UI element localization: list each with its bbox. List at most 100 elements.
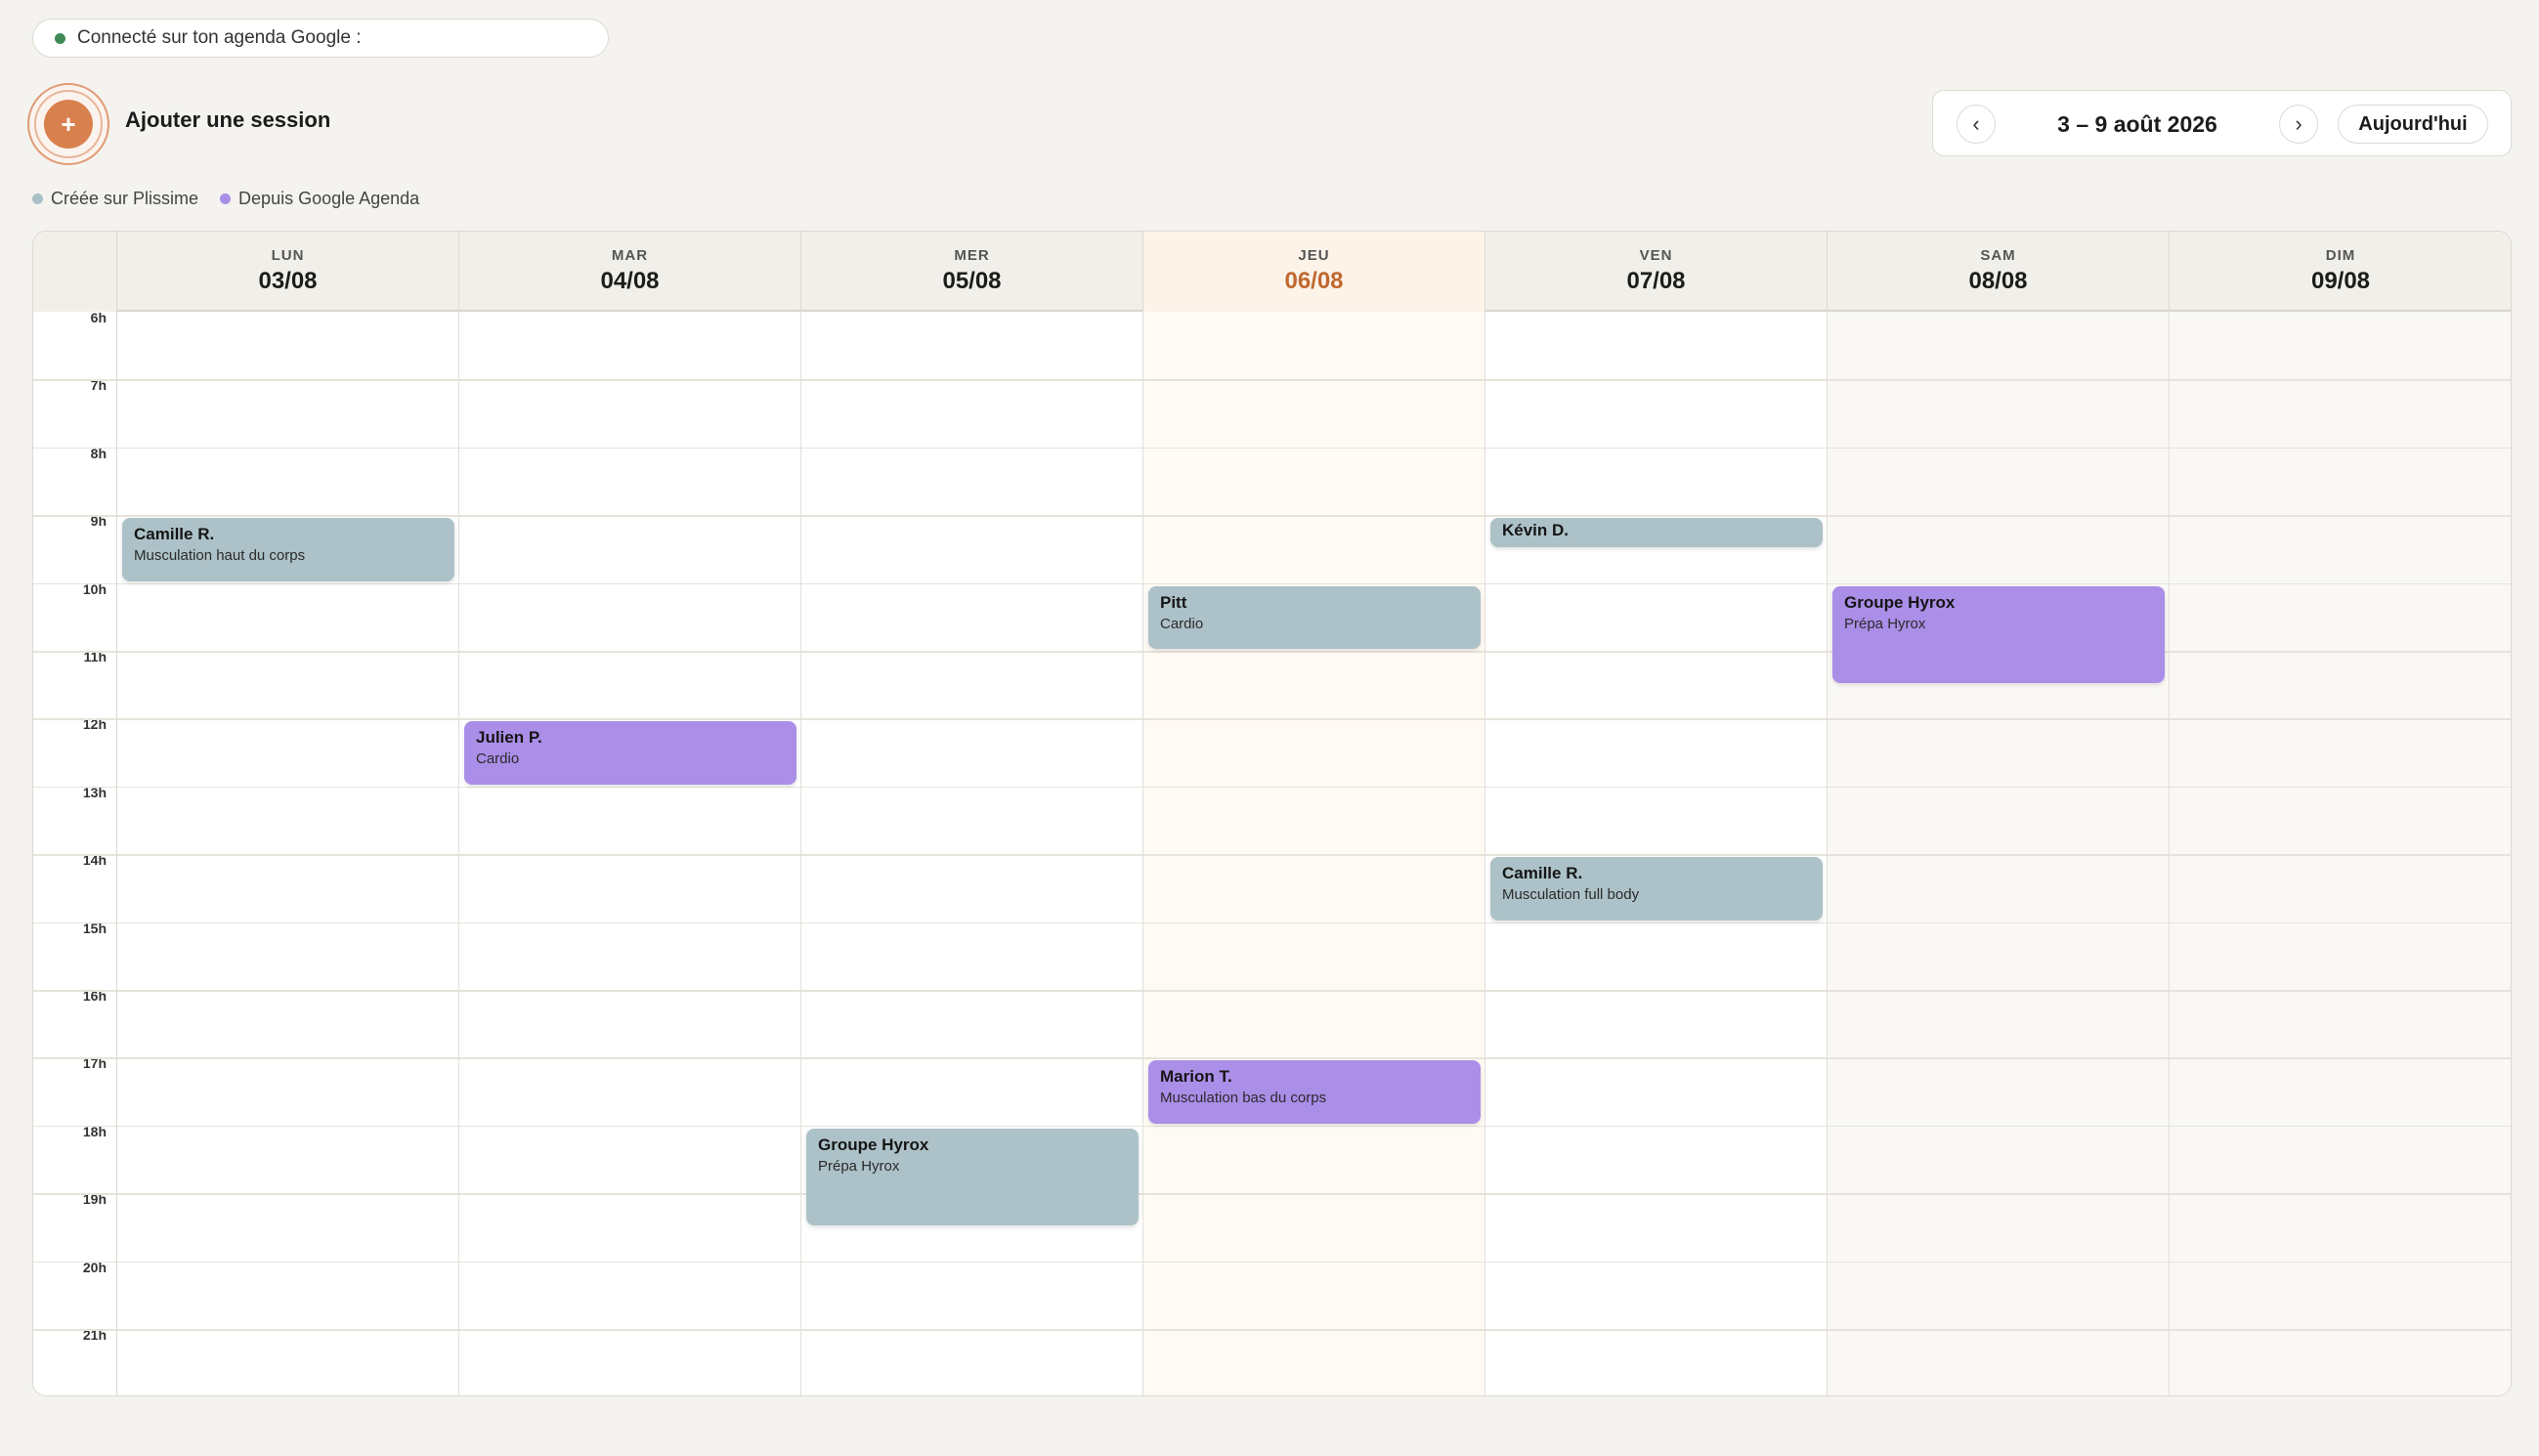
hour-gridline [801,651,1142,653]
day-column-mer[interactable] [801,312,1143,1395]
hour-gridline [2170,582,2511,585]
hour-gridline [33,1057,116,1059]
event-subtitle: Musculation full body [1502,886,1640,904]
hour-gridline [459,447,800,450]
hour-gridline [459,921,800,924]
hour-gridline [2170,651,2511,653]
day-header-sam: SAM 08/08 [1828,232,2170,312]
event-title: Kévin D. [1502,521,1570,540]
hour-gridline [33,1329,116,1331]
week-calendar: LUN 03/08 MAR 04/08 MER 05/08 JEU 06/08 VEN 07/08… [32,231,2512,1396]
hour-gridline [1485,990,1827,992]
hour-gridline [1828,447,2169,450]
hour-gridline [2170,921,2511,924]
previous-week-button[interactable]: ‹ [1957,105,1996,144]
hour-gridline [1143,786,1485,789]
legend-label: Créée sur Plissime [51,189,199,208]
hour-gridline [1143,1193,1485,1195]
event-subtitle: Cardio [1160,615,1204,632]
session-event[interactable]: Camille R. Musculation full body [1490,857,1823,921]
calendar-header: LUN 03/08 MAR 04/08 MER 05/08 JEU 06/08 VEN 07/08… [33,232,2511,312]
hour-gridline [1485,515,1827,517]
hour-gridline [2170,854,2511,856]
day-date: 07/08 [1626,268,1686,294]
hour-gridline [1143,854,1485,856]
hour-gridline [1143,1057,1485,1059]
hour-gridline [459,582,800,585]
hour-gridline [1143,1261,1485,1263]
event-title: Marion T. [1160,1067,1232,1087]
hour-gridline [33,1125,116,1128]
hour-gridline [1485,921,1827,924]
day-column-jeu[interactable] [1143,312,1485,1395]
hour-gridline [2170,1125,2511,1128]
session-event[interactable]: Camille R. Musculation haut du corps [122,518,454,581]
hour-gridline [801,1261,1142,1263]
day-column-lun[interactable] [117,312,459,1395]
google-connection-status[interactable]: Connecté sur ton agenda Google : [32,19,609,58]
session-event[interactable]: Pitt Cardio [1148,585,1481,649]
hour-gridline [117,990,458,992]
event-title: Groupe Hyrox [1844,592,1956,612]
hour-gridline [1485,447,1827,450]
day-column-sam[interactable] [1828,312,2170,1395]
hour-gridline [33,379,116,381]
hour-gridline [459,1329,800,1331]
hour-gridline [33,447,116,450]
day-column-dim[interactable] [2170,312,2511,1395]
hour-gridline [33,1261,116,1263]
next-week-button[interactable]: › [2279,105,2318,144]
day-name: MER [954,247,990,264]
legend-item-plissime: Créée sur Plissime [32,189,198,209]
day-date: 09/08 [2310,268,2371,294]
event-title: Camille R. [1502,864,1583,883]
hour-gridline [33,651,116,653]
hour-gridline [117,582,458,585]
hour-gridline [1828,921,2169,924]
hour-gridline [801,854,1142,856]
hour-gridline [459,1261,800,1263]
day-date: 04/08 [600,268,660,294]
day-column-ven[interactable] [1485,312,1828,1395]
hour-gridline [33,854,116,856]
hour-gridline [459,515,800,517]
hour-gridline [1828,515,2169,517]
session-event[interactable]: Marion T. Musculation bas du corps [1148,1060,1481,1124]
legend-label: Depuis Google Agenda [238,189,420,208]
hour-gridline [33,921,116,924]
hour-gridline [459,1193,800,1195]
hour-gridline [801,515,1142,517]
event-title: Groupe Hyrox [818,1135,929,1154]
hour-gridline [1143,651,1485,653]
hour-gridline [1143,515,1485,517]
add-session-ring: + [34,90,103,158]
hour-gridline [117,1057,458,1059]
hour-gridline [2170,1329,2511,1331]
hour-gridline [459,651,800,653]
hour-gridline [1485,651,1827,653]
day-header-mar: MAR 04/08 [459,232,801,312]
session-event[interactable]: Kévin D. [1490,518,1823,547]
hour-gridline [1828,379,2169,381]
session-event[interactable]: Julien P. Cardio [464,721,796,785]
hour-gridline [1828,1329,2169,1331]
hour-gridline [1485,1261,1827,1263]
day-header-ven: VEN 07/08 [1485,232,1828,312]
hour-gridline [1485,718,1827,720]
hour-gridline [1828,990,2169,992]
calendar-grid: 6h 7h 8h 9h 10h 11h 12h 13h 14h 15h 16h 17h 18h 19h 20… [33,310,2511,1395]
session-event[interactable]: Groupe Hyrox Prépa Hyrox [806,1128,1139,1225]
session-event[interactable]: Groupe Hyrox Prépa Hyrox [1832,585,2165,683]
hour-gridline [459,990,800,992]
day-name: SAM [1980,247,2016,264]
add-session-button[interactable]: + [27,83,109,165]
hour-gridline [117,854,458,856]
day-header-dim: DIM 09/08 [2170,232,2511,312]
hour-gridline [117,515,458,517]
hour-gridline [1485,1329,1827,1331]
add-session-label[interactable]: Ajouter une session [125,107,330,133]
hour-gridline [1143,447,1485,450]
hour-gridline [117,651,458,653]
day-column-mar[interactable] [459,312,801,1395]
today-button[interactable]: Aujourd'hui [2338,105,2488,144]
